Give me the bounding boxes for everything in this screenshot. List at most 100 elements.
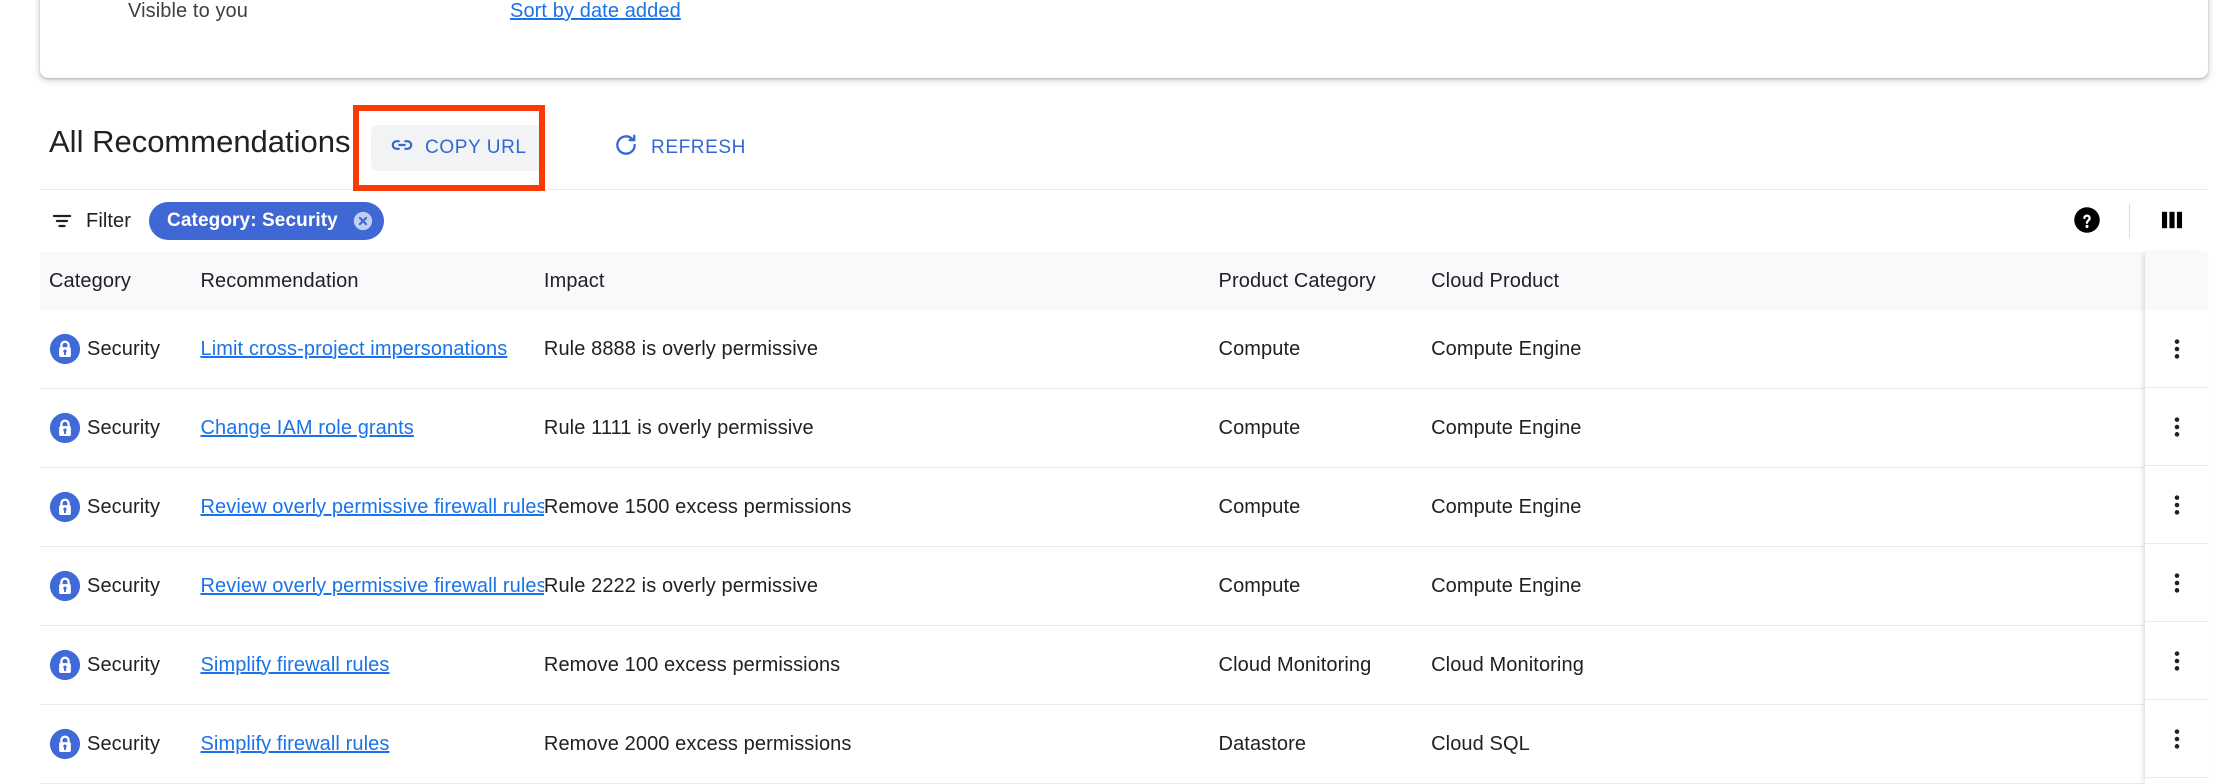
table-tools xyxy=(2065,190,2194,252)
cell-category-label: Security xyxy=(87,338,160,361)
cell-category: Security xyxy=(40,389,200,468)
column-header-cloud-product[interactable]: Cloud Product xyxy=(1431,252,2208,310)
row-menu-button[interactable] xyxy=(2145,544,2208,622)
cell-impact: Rule 8888 is overly permissive xyxy=(544,310,1219,389)
cell-category-label: Security xyxy=(87,496,160,519)
visibility-label: Visible to you xyxy=(128,0,248,23)
filter-chip-category-security[interactable]: Category: Security xyxy=(149,202,384,240)
cell-product-category: Cloud Monitoring xyxy=(1219,626,1432,705)
cell-recommendation: Review overly permissive firewall rules xyxy=(200,547,543,626)
cell-category-label: Security xyxy=(87,654,160,677)
cell-recommendation: Simplify firewall rules xyxy=(200,705,543,784)
recommendation-link[interactable]: Limit cross-project impersonations xyxy=(200,338,507,360)
recommendation-link[interactable]: Simplify firewall rules xyxy=(200,733,389,755)
recommendation-link[interactable]: Simplify firewall rules xyxy=(200,654,389,676)
security-lock-icon xyxy=(49,649,81,681)
row-menu-button[interactable] xyxy=(2145,388,2208,466)
column-display-options-button[interactable] xyxy=(2150,199,2194,243)
filter-chip-label: Category: Security xyxy=(167,210,338,232)
help-button[interactable] xyxy=(2065,199,2109,243)
refresh-label: REFRESH xyxy=(651,137,746,159)
row-menu-button[interactable] xyxy=(2145,700,2208,778)
table-row[interactable]: Security Simplify firewall rules Remove 10… xyxy=(40,626,2208,705)
all-recommendations-panel: All Recommendations COPY URL REFRESH xyxy=(40,104,2208,784)
column-header-category[interactable]: Category xyxy=(40,252,200,310)
recommendations-table-scroll[interactable]: Category Recommendation Impact Product C… xyxy=(40,252,2208,784)
row-actions-cells xyxy=(2145,310,2208,784)
recommendation-link[interactable]: Change IAM role grants xyxy=(200,417,413,439)
table-header-row: Category Recommendation Impact Product C… xyxy=(40,252,2208,310)
row-menu-button[interactable] xyxy=(2145,466,2208,544)
cell-impact: Remove 1500 excess permissions xyxy=(544,468,1219,547)
cell-category-label: Security xyxy=(87,733,160,756)
cell-cloud-product: Compute Engine xyxy=(1431,547,2208,626)
more-vert-icon xyxy=(2166,569,2188,597)
security-lock-icon xyxy=(49,412,81,444)
row-menu-button[interactable] xyxy=(2145,622,2208,700)
cell-cloud-product: Compute Engine xyxy=(1431,389,2208,468)
panel-header: All Recommendations COPY URL REFRESH xyxy=(40,104,2208,189)
filter-label[interactable]: Filter xyxy=(86,210,131,233)
security-lock-icon xyxy=(49,728,81,760)
cell-category: Security xyxy=(40,547,200,626)
cell-recommendation: Change IAM role grants xyxy=(200,389,543,468)
cell-product-category: Compute xyxy=(1219,468,1432,547)
more-vert-icon xyxy=(2166,413,2188,441)
sort-by-date-added-link[interactable]: Sort by date added xyxy=(510,0,681,23)
cell-recommendation: Limit cross-project impersonations xyxy=(200,310,543,389)
cell-product-category: Compute xyxy=(1219,547,1432,626)
cell-cloud-product: Cloud SQL xyxy=(1431,705,2208,784)
column-header-impact[interactable]: Impact xyxy=(544,252,1219,310)
copy-url-label: COPY URL xyxy=(425,137,527,159)
table-row[interactable]: Security Simplify firewall rules Remove 20… xyxy=(40,705,2208,784)
visibility-card-row: Visible to you Sort by date added xyxy=(40,0,2208,38)
table-row[interactable]: Security Review overly permissive firewal… xyxy=(40,547,2208,626)
filter-controls: Filter Category: Security xyxy=(50,190,384,252)
row-actions-column xyxy=(2145,252,2208,784)
cell-cloud-product: Compute Engine xyxy=(1431,468,2208,547)
close-circle-icon[interactable] xyxy=(352,210,374,232)
cell-cloud-product: Cloud Monitoring xyxy=(1431,626,2208,705)
cell-impact: Rule 2222 is overly permissive xyxy=(544,547,1219,626)
cell-category-label: Security xyxy=(87,575,160,598)
copy-url-button[interactable]: COPY URL xyxy=(371,125,545,171)
more-vert-icon xyxy=(2166,725,2188,753)
more-vert-icon xyxy=(2166,647,2188,675)
cell-category: Security xyxy=(40,310,200,389)
cell-category-label: Security xyxy=(87,417,160,440)
table-row[interactable]: Security Review overly permissive firewal… xyxy=(40,468,2208,547)
security-lock-icon xyxy=(49,491,81,523)
visibility-card: Visible to you Sort by date added xyxy=(40,0,2208,78)
row-actions-column-header xyxy=(2145,252,2208,310)
table-row[interactable]: Security Limit cross-project impersonatio… xyxy=(40,310,2208,389)
cell-product-category: Datastore xyxy=(1219,705,1432,784)
recommendation-link[interactable]: Review overly permissive firewall rules xyxy=(200,496,543,518)
cell-product-category: Compute xyxy=(1219,310,1432,389)
column-header-product-category[interactable]: Product Category xyxy=(1219,252,1432,310)
table-row[interactable]: SecurityChange IAM role grantsRule 1111 … xyxy=(40,389,2208,468)
cell-product-category: Compute xyxy=(1219,389,1432,468)
cell-category: Security xyxy=(40,468,200,547)
cell-recommendation: Simplify firewall rules xyxy=(200,626,543,705)
cell-category: Security xyxy=(40,626,200,705)
cell-impact: Remove 100 excess permissions xyxy=(544,626,1219,705)
refresh-button[interactable]: REFRESH xyxy=(601,125,758,171)
row-menu-button[interactable] xyxy=(2145,310,2208,388)
page-title: All Recommendations xyxy=(49,122,351,162)
filter-list-icon[interactable] xyxy=(50,209,74,233)
security-lock-icon xyxy=(49,333,81,365)
column-header-recommendation[interactable]: Recommendation xyxy=(200,252,543,310)
table-head: Category Recommendation Impact Product C… xyxy=(40,252,2208,310)
cell-category: Security xyxy=(40,705,200,784)
recommendation-link[interactable]: Review overly permissive firewall rules xyxy=(200,575,543,597)
table-body: Security Limit cross-project impersonatio… xyxy=(40,310,2208,784)
cell-impact: Remove 2000 excess permissions xyxy=(544,705,1219,784)
row-menu-button[interactable] xyxy=(2145,778,2208,784)
link-icon xyxy=(389,132,415,164)
more-vert-icon xyxy=(2166,335,2188,363)
recommendations-table: Category Recommendation Impact Product C… xyxy=(40,252,2208,784)
more-vert-icon xyxy=(2166,491,2188,519)
column-display-options-icon xyxy=(2158,206,2186,237)
tools-divider xyxy=(2129,204,2130,238)
filter-bar: Filter Category: Security xyxy=(40,189,2208,252)
